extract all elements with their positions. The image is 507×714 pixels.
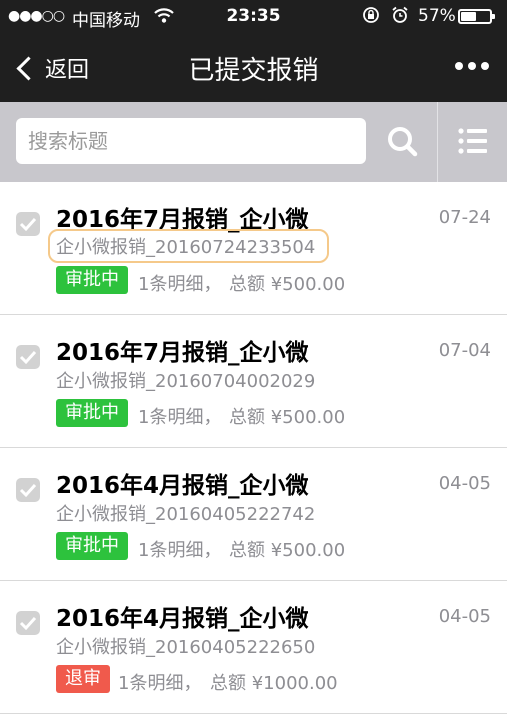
status-badge: 审批中 [56,532,128,560]
status-badge: 审批中 [56,266,128,294]
list-item[interactable]: 2016年7月报销_企小微 07-24 企小微报销_20160724233504… [0,182,507,315]
status-bar: ●●●○○ 中国移动 23:35 57% [0,0,507,34]
item-total: 总额 ¥500.00 [229,540,346,561]
battery-icon [458,9,495,24]
more-dot-icon [468,62,476,70]
status-badge: 退审 [56,665,110,693]
checkmark-icon [19,616,37,631]
navigation-bar: 返回 已提交报销 [0,34,507,102]
search-input[interactable] [16,118,366,164]
item-detail-count: 1条明细， [138,407,222,428]
item-date: 04-05 [438,473,491,494]
checkbox[interactable] [16,212,40,236]
checkmark-icon [19,483,37,498]
list-view-button[interactable] [437,102,507,182]
status-badge: 审批中 [56,399,128,427]
checkbox[interactable] [16,345,40,369]
item-date: 04-05 [438,606,491,627]
checkmark-icon [19,350,37,365]
item-total: 总额 ¥500.00 [229,274,346,295]
list-icon [458,128,487,154]
battery-percent: 57% [418,6,456,26]
item-title: 2016年7月报销_企小微 [56,340,309,366]
item-date: 07-04 [438,340,491,361]
list-item[interactable]: 2016年7月报销_企小微 07-04 企小微报销_20160704002029… [0,315,507,448]
alarm-icon [392,6,408,23]
checkmark-icon [19,217,37,232]
item-detail-count: 1条明细， [118,673,202,694]
item-total: 总额 ¥500.00 [229,407,346,428]
checkbox[interactable] [16,478,40,502]
search-icon [388,127,418,157]
more-options-button[interactable] [455,62,489,70]
item-date: 07-24 [438,207,491,228]
expense-list: 2016年7月报销_企小微 07-24 企小微报销_20160724233504… [0,182,507,714]
item-detail-count: 1条明细， [138,540,222,561]
more-dot-icon [455,62,463,70]
item-title: 2016年4月报销_企小微 [56,473,309,499]
item-code: 企小微报销_20160724233504 [48,229,330,263]
item-title: 2016年4月报销_企小微 [56,606,309,632]
battery-fill [461,12,476,21]
item-code: 企小微报销_20160405222650 [56,637,316,658]
page-title: 已提交报销 [188,56,319,86]
item-total: 总额 ¥1000.00 [210,673,338,694]
list-item[interactable]: 2016年4月报销_企小微 04-05 企小微报销_20160405222742… [0,448,507,581]
more-dot-icon [481,62,489,70]
item-code: 企小微报销_20160405222742 [56,504,316,525]
item-detail-count: 1条明细， [138,274,222,295]
list-item[interactable]: 2016年4月报销_企小微 04-05 企小微报销_20160405222650… [0,581,507,714]
checkbox[interactable] [16,611,40,635]
search-bar [0,102,507,182]
rotation-lock-icon [363,7,379,23]
item-code: 企小微报销_20160704002029 [56,371,316,392]
search-button[interactable] [370,102,436,182]
